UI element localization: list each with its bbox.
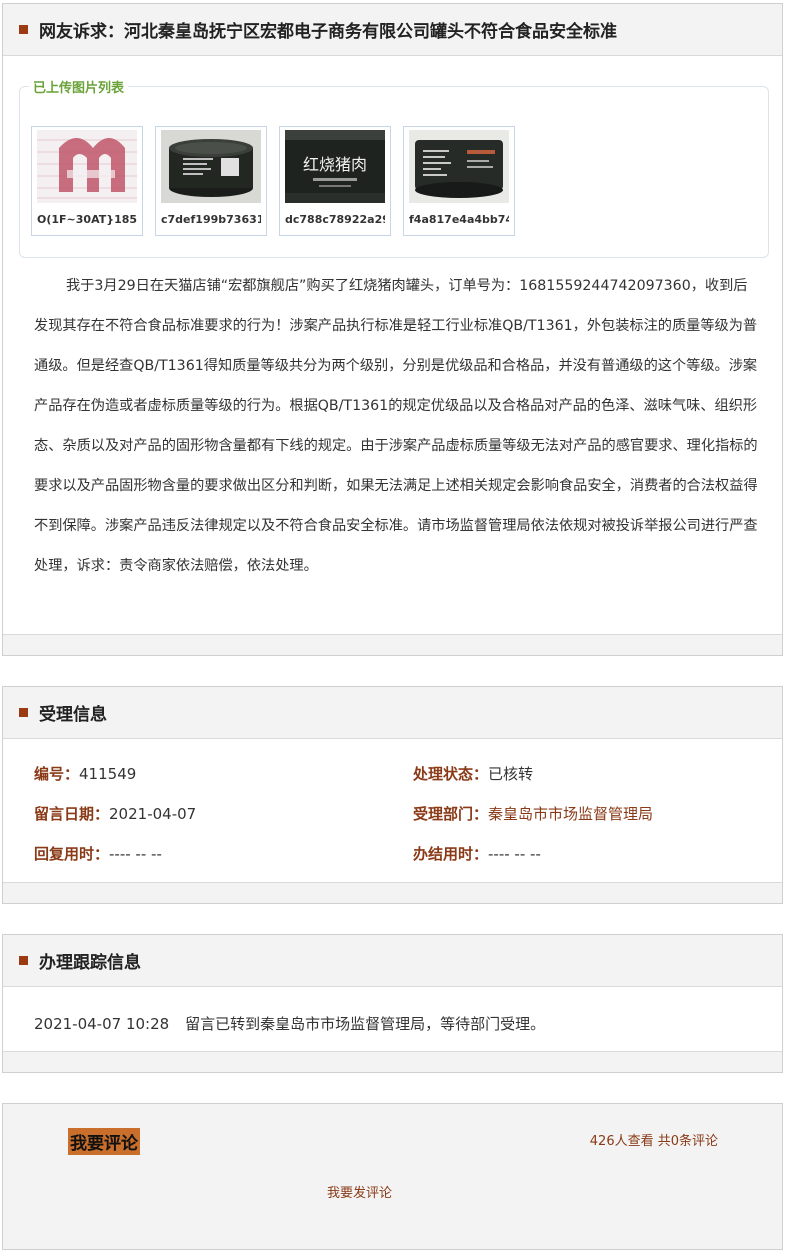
date-value: 2021-04-07 — [109, 805, 197, 823]
tracking-time: 2021-04-07 10:28 — [34, 1015, 170, 1033]
info-status: 处理状态：已核转 — [413, 763, 533, 784]
post-comment-link[interactable]: 我要发评论 — [327, 1182, 392, 1201]
status-value: 已核转 — [488, 765, 534, 783]
info-finish-time: 办结用时：---- -- -- — [413, 843, 541, 864]
dept-link[interactable]: 秦皇岛市市场监督管理局 — [488, 805, 653, 823]
image-caption: dc788c78922a29! — [285, 213, 385, 226]
image-thumbnail[interactable]: 红烧猪肉 dc788c78922a29! — [279, 126, 391, 236]
info-dept: 受理部门：秦皇岛市市场监督管理局 — [413, 803, 653, 824]
can-image-icon — [161, 130, 261, 203]
number-value: 411549 — [79, 765, 137, 783]
document-image-icon — [37, 130, 137, 203]
image-caption: O(1F~30AT}185( — [37, 213, 137, 226]
comment-stats: 426人查看 共0条评论 — [589, 1134, 718, 1149]
bullet-square-icon — [19, 25, 28, 34]
panel-footer-bar — [3, 634, 782, 655]
reply-label: 回复用时： — [34, 845, 110, 863]
status-label: 处理状态： — [413, 765, 489, 783]
uploaded-images-box: 已上传图片列表 O(1F~30AT}185(c7def199b73631(红… — [19, 77, 769, 258]
comment-button[interactable]: 我要评论 — [68, 1128, 140, 1155]
reply-value: ---- -- -- — [109, 845, 162, 863]
acceptance-header: 受理信息 — [3, 687, 782, 739]
can-label-text: 红烧猪肉 — [303, 155, 367, 174]
info-date: 留言日期：2021-04-07 — [34, 803, 196, 824]
complaint-body: 我于3月29日在天猫店铺“宏都旗舰店”购买了红烧猪肉罐头，订单号为：168155… — [34, 278, 758, 574]
info-number: 编号：411549 — [34, 763, 136, 784]
complaint-panel: 网友诉求：河北秦皇岛抚宁区宏都电子商务有限公司罐头不符合食品安全标准 已上传图片… — [2, 3, 783, 656]
can-image-icon — [409, 130, 509, 203]
tracking-panel: 办理跟踪信息 2021-04-07 10:28 留言已转到秦皇岛市市场监督管理局，… — [2, 934, 783, 1073]
panel-footer-bar — [3, 882, 782, 903]
tracking-header: 办理跟踪信息 — [3, 935, 782, 987]
image-thumbnail[interactable]: f4a817e4a4bb74 — [403, 126, 515, 236]
dept-label: 受理部门： — [413, 805, 489, 823]
tracking-title: 办理跟踪信息 — [39, 953, 141, 973]
date-label: 留言日期： — [34, 805, 110, 823]
image-caption: f4a817e4a4bb74 — [409, 213, 509, 226]
uploaded-images-label: 已上传图片列表 — [29, 77, 129, 96]
number-label: 编号： — [34, 765, 80, 783]
image-thumbnail[interactable]: O(1F~30AT}185( — [31, 126, 143, 236]
image-caption: c7def199b73631( — [161, 213, 261, 226]
comments-panel: 我要评论 426人查看 共0条评论 我要发评论 — [2, 1103, 783, 1250]
tracking-entry: 2021-04-07 10:28 留言已转到秦皇岛市市场监督管理局，等待部门受理。 — [34, 1013, 545, 1034]
complaint-title: 网友诉求：河北秦皇岛抚宁区宏都电子商务有限公司罐头不符合食品安全标准 — [39, 22, 617, 42]
finish-label: 办结用时： — [413, 845, 489, 863]
image-thumbnail[interactable]: c7def199b73631( — [155, 126, 267, 236]
panel-footer-bar — [3, 1051, 782, 1072]
complaint-header: 网友诉求：河北秦皇岛抚宁区宏都电子商务有限公司罐头不符合食品安全标准 — [3, 4, 782, 56]
bullet-square-icon — [19, 708, 28, 717]
acceptance-title: 受理信息 — [39, 705, 107, 725]
acceptance-panel: 受理信息 编号：411549 处理状态：已核转 留言日期：2021-04-07 … — [2, 686, 783, 904]
finish-value: ---- -- -- — [488, 845, 541, 863]
bullet-square-icon — [19, 956, 28, 965]
tracking-text: 留言已转到秦皇岛市市场监督管理局，等待部门受理。 — [185, 1015, 546, 1033]
info-reply-time: 回复用时：---- -- -- — [34, 843, 162, 864]
can-label-image-icon: 红烧猪肉 — [285, 130, 385, 203]
